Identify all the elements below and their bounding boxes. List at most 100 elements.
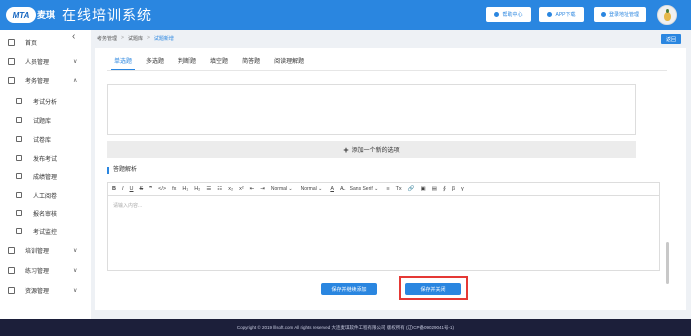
- publish-icon: [16, 155, 22, 161]
- chevron-icon: ∨: [73, 58, 78, 65]
- chevron-icon: ∨: [73, 247, 78, 254]
- app-download-button[interactable]: APP下载: [539, 7, 584, 22]
- align-icon[interactable]: ≡: [386, 186, 389, 192]
- sidebar-item-label: 试卷库: [33, 137, 52, 144]
- tab-divider: [107, 70, 667, 71]
- breadcrumb-item[interactable]: 试题库: [128, 35, 143, 42]
- resource-icon: [8, 286, 15, 294]
- sidebar-item-label: 考试分析: [33, 99, 58, 106]
- sidebar-item[interactable]: 试题库: [0, 111, 91, 129]
- score-icon: [16, 173, 22, 179]
- subscript-button[interactable]: x₂: [228, 186, 233, 192]
- sidebar-item[interactable]: 成绩管理: [0, 167, 91, 185]
- quote-icon[interactable]: ❞: [149, 186, 152, 192]
- practice-icon: [8, 266, 15, 274]
- chevron-icon: ∨: [73, 267, 78, 274]
- editor-placeholder: 请输入内容...: [113, 203, 143, 209]
- sidebar-item[interactable]: 发布考试: [0, 149, 91, 167]
- sidebar-item[interactable]: 人员管理 ∨: [0, 52, 91, 70]
- font-color-icon[interactable]: A: [330, 186, 334, 192]
- sidebar-item[interactable]: 考试监控: [0, 222, 91, 240]
- help-center-button[interactable]: 帮助中心: [486, 7, 531, 22]
- beta-icon[interactable]: β: [452, 186, 455, 192]
- heading2-button[interactable]: H₂: [194, 186, 200, 192]
- breadcrumb-separator: >: [121, 35, 124, 41]
- location-icon: [600, 12, 606, 17]
- analysis-section-title: 答题解析: [107, 167, 137, 174]
- sidebar-item-label: 考试监控: [33, 229, 58, 236]
- video-icon[interactable]: ▤: [432, 186, 437, 192]
- tab-true-false[interactable]: 判断题: [171, 56, 203, 70]
- italic-button[interactable]: I: [122, 186, 124, 192]
- gamma-icon[interactable]: γ: [461, 186, 464, 192]
- font-select[interactable]: Sans Serif ⌄: [350, 186, 379, 192]
- training-icon: [8, 246, 15, 254]
- help-icon: [494, 12, 500, 17]
- breadcrumb: 考务管理 > 试题库 > 试题新增: [91, 30, 691, 46]
- question-bank-icon: [16, 117, 22, 123]
- analysis-editor[interactable]: 请输入内容...: [107, 196, 660, 271]
- header-select[interactable]: Normal ⌄: [301, 186, 323, 192]
- tab-fill-blank[interactable]: 填空题: [203, 56, 235, 70]
- exam-icon: [8, 76, 15, 84]
- bold-button[interactable]: B: [112, 186, 116, 192]
- strike-button[interactable]: S: [140, 186, 144, 192]
- code-icon[interactable]: </>: [158, 186, 166, 192]
- sidebar-item[interactable]: 资源管理 ∨: [0, 281, 91, 299]
- avatar[interactable]: [657, 5, 677, 25]
- paper-bank-icon: [16, 136, 22, 142]
- sidebar-item-label: 报名审核: [33, 211, 58, 218]
- footer: Copyright © 2019 lllsoft.com All rights …: [0, 319, 691, 336]
- superscript-button[interactable]: x²: [239, 186, 244, 192]
- underline-button[interactable]: U: [130, 186, 134, 192]
- back-button[interactable]: 返回: [661, 34, 681, 44]
- analysis-icon: [16, 98, 22, 104]
- chevron-icon: ∨: [73, 287, 78, 294]
- tab-single-choice[interactable]: 单选题: [107, 56, 139, 70]
- sidebar-item-label: 首页: [25, 40, 38, 47]
- sidebar-item[interactable]: 考试分析: [0, 92, 91, 110]
- clear-format-icon[interactable]: Tx: [396, 186, 402, 192]
- add-option-button[interactable]: + 添加一个新的选项: [107, 141, 636, 158]
- app-title: 在线培训系统: [62, 7, 152, 23]
- sidebar-item[interactable]: 人工阅卷: [0, 186, 91, 204]
- breadcrumb-separator: >: [146, 35, 150, 41]
- question-type-tabs: 单选题 多选题 判断题 填空题 简答题 阅读理解题: [107, 56, 311, 70]
- tab-multiple-choice[interactable]: 多选题: [139, 56, 171, 70]
- sidebar-item[interactable]: 试卷库: [0, 130, 91, 148]
- option-editor[interactable]: [107, 84, 636, 135]
- formula-icon[interactable]: fx: [172, 186, 176, 192]
- chevron-icon: ∧: [73, 77, 78, 84]
- tab-short-answer[interactable]: 简答题: [235, 56, 267, 70]
- review-icon: [16, 210, 22, 216]
- link-icon[interactable]: 🔗: [408, 186, 415, 192]
- ordered-list-icon[interactable]: ☰: [206, 186, 211, 192]
- image-icon[interactable]: ▣: [421, 186, 426, 192]
- person-icon: [8, 57, 15, 65]
- sidebar-item[interactable]: 首页: [0, 33, 91, 51]
- tab-reading[interactable]: 阅读理解题: [267, 56, 311, 70]
- bullet-list-icon[interactable]: ☷: [217, 186, 222, 192]
- background-color-icon[interactable]: A̶: [340, 186, 344, 192]
- sidebar-item[interactable]: 报名审核: [0, 204, 91, 222]
- sidebar-item[interactable]: 考务管理 ∧: [0, 71, 91, 89]
- download-icon: [547, 12, 553, 17]
- heading1-button[interactable]: H₁: [182, 186, 188, 192]
- sidebar-item-label: 人工阅卷: [33, 193, 58, 200]
- size-select[interactable]: Normal ⌄: [271, 186, 293, 192]
- sidebar-item-label: 练习管理: [25, 268, 50, 275]
- save-and-continue-button[interactable]: 保存并继续添加: [321, 283, 377, 295]
- sidebar-item-label: 考务管理: [25, 78, 50, 85]
- scrollbar[interactable]: [666, 242, 669, 284]
- save-and-close-button[interactable]: 保存并关闭: [405, 283, 461, 295]
- symbol-icon[interactable]: ∮: [443, 186, 446, 192]
- sidebar-item[interactable]: 培训管理 ∨: [0, 241, 91, 259]
- indent-icon[interactable]: ⇥: [260, 186, 265, 192]
- grading-icon: [16, 192, 22, 198]
- login-address-button[interactable]: 登录地址管理: [594, 7, 646, 22]
- sidebar-item[interactable]: 练习管理 ∨: [0, 261, 91, 279]
- plus-icon: +: [343, 144, 349, 155]
- sidebar-item-label: 试题库: [33, 118, 52, 125]
- outdent-icon[interactable]: ⇤: [250, 186, 255, 192]
- breadcrumb-item[interactable]: 考务管理: [97, 35, 117, 42]
